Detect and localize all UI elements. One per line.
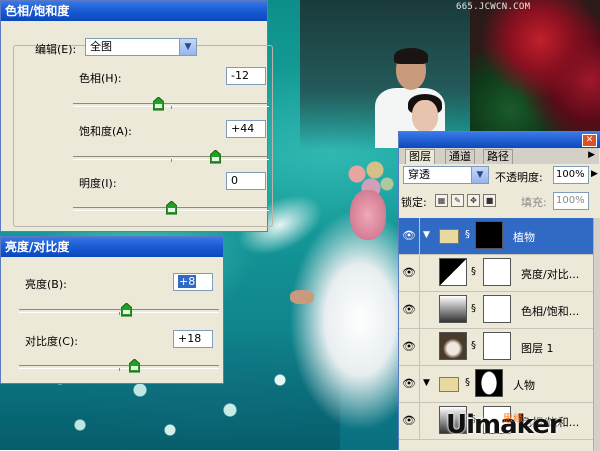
brightness-slider-thumb[interactable] [121,303,132,317]
layers-panel: ✕ 图层 通道 路径 ▶ 穿透 ▼ 不透明度: 100% ▶ 锁定: ▦ ✎ ✥… [398,131,600,451]
layer-row[interactable]: 👁 § 图层 1 [399,329,593,366]
layer-name: 色相/饱和... [521,305,580,318]
panel-menu-icon[interactable]: ▶ [588,150,595,160]
chevron-down-icon[interactable]: ▼ [471,167,488,183]
folder-icon [439,229,459,244]
hue-label: 色相(H): [79,72,122,85]
layer-row[interactable]: 👁 ▼ § 人物 [399,366,593,403]
layers-tabs: 图层 通道 路径 ▶ [399,148,599,164]
layer-name: 植物 [513,231,535,244]
edit-label: 编辑(E): [35,43,77,56]
layer-name: 图层 1 [521,342,554,355]
brightness-label: 亮度(B): [25,278,67,291]
blend-mode-value: 穿透 [408,168,430,181]
chain-link-icon[interactable]: § [471,339,479,353]
lock-fill-row: 锁定: ▦ ✎ ✥ ■ 填充: 100% [399,192,599,210]
layer-mask-thumbnail[interactable] [475,369,503,397]
close-icon[interactable]: ✕ [582,134,597,147]
saturation-input[interactable]: +44 [226,120,266,138]
eye-icon[interactable]: 👁 [401,303,417,317]
layers-panel-titlebar: ✕ [399,132,600,148]
brightness-slider-center-tick [119,312,120,315]
brightness-input-value: +8 [178,275,197,288]
visibility-cell[interactable]: 👁 [399,329,420,365]
expand-triangle-icon[interactable]: ▼ [423,230,430,240]
layer-row[interactable]: 👁 § 亮度/对比... [399,255,593,292]
fill-label: 填充: [521,196,547,209]
lightness-slider-thumb[interactable] [166,201,177,215]
bride-face [350,190,386,240]
opacity-arrow-icon[interactable]: ▶ [591,169,598,179]
visibility-cell[interactable]: 👁 [399,403,420,439]
tab-layers[interactable]: 图层 [405,149,435,164]
watermark-text: 665.JCWCN.COM [456,2,531,12]
visibility-cell[interactable]: 👁 [399,292,420,328]
saturation-slider-thumb[interactable] [210,150,221,164]
hue-slider-thumb[interactable] [153,97,164,111]
edit-select-value: 全图 [90,40,112,53]
blend-opacity-row: 穿透 ▼ 不透明度: 100% ▶ [399,165,599,187]
bc-dialog-title: 亮度/对比度 [1,237,223,257]
chain-link-icon[interactable]: § [465,228,473,242]
bride-feet [290,290,314,304]
tab-channels[interactable]: 通道 [445,149,475,164]
red-foliage [470,0,600,150]
hue-dialog-title: 色相/饱和度 [1,1,267,21]
blend-mode-select[interactable]: 穿透 ▼ [403,166,489,184]
adjustment-thumbnail[interactable] [439,258,467,286]
opacity-label: 不透明度: [495,171,543,184]
hue-saturation-dialog: 色相/饱和度 编辑(E): 全图 ▼ 色相(H): -12 饱和度(A): +4… [0,0,273,232]
hue-input[interactable]: -12 [226,67,266,85]
layer-name: 人物 [513,379,535,392]
layer-mask-thumbnail[interactable] [483,258,511,286]
layer-mask-thumbnail[interactable] [475,221,503,249]
layer-row[interactable]: 👁 § 色相/饱和... [399,292,593,329]
pixel-layer-thumbnail[interactable] [439,332,467,360]
site-logo-sub: 思缘 [503,414,523,425]
visibility-cell[interactable]: 👁 [399,218,420,254]
chevron-down-icon[interactable]: ▼ [179,39,196,55]
lock-label: 锁定: [401,196,427,209]
edit-select[interactable]: 全图 ▼ [85,38,197,56]
chain-link-icon[interactable]: § [465,376,473,390]
layer-mask-thumbnail[interactable] [483,295,511,323]
brightness-input[interactable]: +8 [173,273,213,291]
bride-head [412,100,438,132]
lock-transparency-icon[interactable]: ▦ [435,194,448,207]
lightness-label: 明度(I): [79,177,117,190]
expand-triangle-icon[interactable]: ▼ [423,378,430,388]
hue-slider-center-tick [171,106,172,109]
lock-all-icon[interactable]: ■ [483,194,496,207]
contrast-slider-thumb[interactable] [129,359,140,373]
eye-icon[interactable]: 👁 [401,414,417,428]
brightness-contrast-dialog: 亮度/对比度 亮度(B): +8 对比度(C): +18 [0,236,224,384]
visibility-cell[interactable]: 👁 [399,366,420,402]
chain-link-icon[interactable]: § [471,302,479,316]
layer-mask-thumbnail[interactable] [483,332,511,360]
saturation-slider-center-tick [171,159,172,162]
opacity-input[interactable]: 100% [553,166,589,184]
visibility-cell[interactable]: 👁 [399,255,420,291]
layer-name: 亮度/对比... [521,268,580,281]
eye-icon[interactable]: 👁 [401,229,417,243]
eye-icon[interactable]: 👁 [401,377,417,391]
tab-paths[interactable]: 路径 [483,149,513,164]
lock-brush-icon[interactable]: ✎ [451,194,464,207]
lightness-input[interactable]: 0 [226,172,266,190]
contrast-input[interactable]: +18 [173,330,213,348]
lock-move-icon[interactable]: ✥ [467,194,480,207]
eye-icon[interactable]: 👁 [401,340,417,354]
saturation-label: 饱和度(A): [79,125,132,138]
layer-row[interactable]: 👁 ▼ § 植物 [399,218,593,255]
layers-scrollbar[interactable] [593,218,600,451]
fill-input[interactable]: 100% [553,192,589,210]
contrast-slider-center-tick [119,368,120,371]
groom-hair [394,48,428,64]
folder-icon [439,377,459,392]
eye-icon[interactable]: 👁 [401,266,417,280]
chain-link-icon[interactable]: § [471,265,479,279]
contrast-label: 对比度(C): [25,335,78,348]
adjustment-thumbnail[interactable] [439,295,467,323]
